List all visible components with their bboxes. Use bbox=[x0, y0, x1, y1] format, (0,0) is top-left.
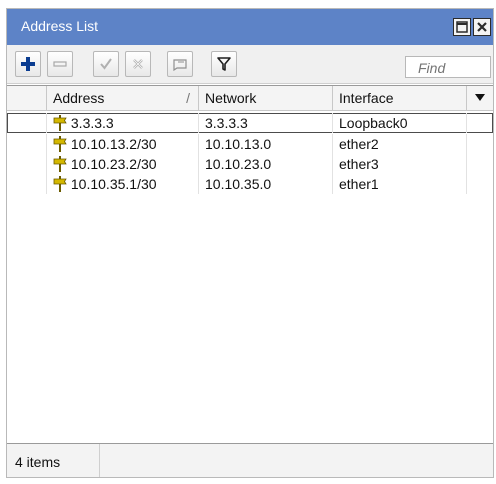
row-marker bbox=[7, 113, 47, 133]
maximize-icon[interactable] bbox=[453, 18, 471, 36]
item-count: 4 items bbox=[15, 454, 61, 470]
address-icon bbox=[53, 115, 67, 131]
address-icon bbox=[53, 156, 67, 172]
address-icon bbox=[53, 136, 67, 152]
column-label-interface: Interface bbox=[339, 90, 394, 106]
address-cell[interactable]: 3.3.3.3 bbox=[47, 113, 199, 133]
minus-icon bbox=[53, 61, 67, 67]
row-marker bbox=[7, 154, 47, 174]
column-menu-button[interactable] bbox=[467, 86, 493, 110]
address-cell[interactable]: 10.10.23.2/30 bbox=[47, 154, 199, 174]
chevron-down-icon bbox=[475, 94, 485, 101]
address-cell[interactable]: 10.10.35.1/30 bbox=[47, 174, 199, 194]
network-cell[interactable]: 10.10.13.0 bbox=[199, 134, 333, 154]
column-label-network: Network bbox=[205, 90, 257, 106]
network-cell[interactable]: 3.3.3.3 bbox=[199, 113, 333, 133]
sort-indicator: / bbox=[186, 90, 190, 106]
comment-button[interactable] bbox=[167, 51, 193, 77]
column-header-network[interactable]: Network bbox=[199, 86, 333, 110]
x-icon bbox=[133, 59, 143, 69]
column-header-interface[interactable]: Interface bbox=[333, 86, 467, 110]
toolbar bbox=[7, 45, 493, 84]
network-cell[interactable]: 10.10.23.0 bbox=[199, 154, 333, 174]
find-input[interactable] bbox=[405, 56, 491, 78]
row-marker bbox=[7, 134, 47, 154]
network-cell[interactable]: 10.10.35.0 bbox=[199, 174, 333, 194]
table-row[interactable]: 3.3.3.3 3.3.3.3 Loopback0 bbox=[7, 113, 493, 133]
funnel-icon bbox=[217, 57, 231, 71]
add-button[interactable] bbox=[15, 51, 41, 77]
enable-button[interactable] bbox=[93, 51, 119, 77]
window-title: Address List bbox=[21, 18, 99, 34]
interface-cell[interactable]: ether1 bbox=[333, 174, 467, 194]
table-row[interactable]: 10.10.13.2/30 10.10.13.0 ether2 bbox=[7, 134, 493, 154]
table-header: Address / Network Interface bbox=[7, 86, 493, 111]
note-icon bbox=[173, 59, 187, 72]
status-divider bbox=[99, 444, 100, 477]
row-marker bbox=[7, 174, 47, 194]
column-label-address: Address bbox=[53, 90, 105, 106]
address-list-window: Address List Find Address / Network Inte… bbox=[6, 8, 494, 478]
remove-button[interactable] bbox=[47, 51, 73, 77]
interface-cell[interactable]: Loopback0 bbox=[333, 113, 467, 133]
disable-button[interactable] bbox=[125, 51, 151, 77]
row-marker-header bbox=[7, 86, 47, 110]
close-icon[interactable] bbox=[473, 18, 491, 36]
plus-icon bbox=[21, 57, 35, 71]
interface-cell[interactable]: ether2 bbox=[333, 134, 467, 154]
status-bar: 4 items bbox=[7, 443, 493, 477]
address-table: Address / Network Interface 3.3.3.3 3.3.… bbox=[7, 85, 493, 443]
address-icon bbox=[53, 176, 67, 192]
filter-button[interactable] bbox=[211, 51, 237, 77]
column-header-address[interactable]: Address / bbox=[47, 86, 199, 110]
check-icon bbox=[100, 58, 112, 70]
address-cell[interactable]: 10.10.13.2/30 bbox=[47, 134, 199, 154]
title-bar[interactable]: Address List bbox=[7, 9, 493, 45]
table-row[interactable]: 10.10.23.2/30 10.10.23.0 ether3 bbox=[7, 154, 493, 174]
table-row[interactable]: 10.10.35.1/30 10.10.35.0 ether1 bbox=[7, 174, 493, 194]
interface-cell[interactable]: ether3 bbox=[333, 154, 467, 174]
